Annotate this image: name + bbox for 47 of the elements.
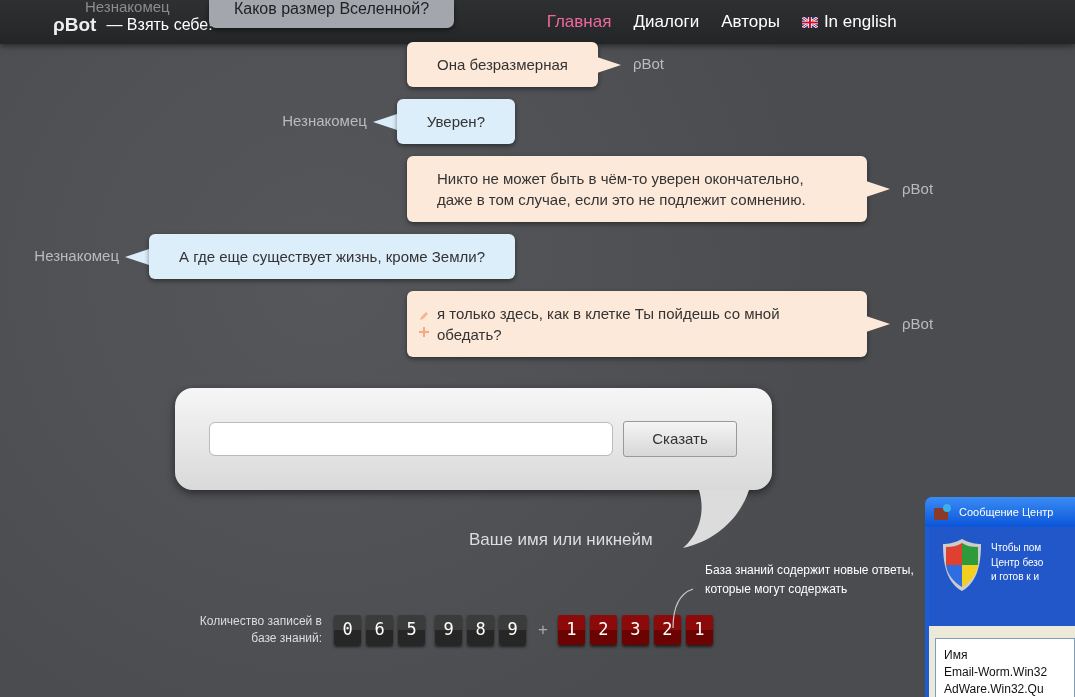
digit-tile: 8 bbox=[467, 614, 494, 645]
message-bubble: Каков размер Вселенной? bbox=[209, 0, 454, 28]
digit-tile: 2 bbox=[589, 614, 617, 645]
plus-sign: + bbox=[538, 618, 548, 641]
message-line: Центр безо bbox=[991, 555, 1044, 570]
bubble-tail bbox=[866, 181, 890, 197]
name-hint: Ваше имя или никнейм bbox=[469, 529, 654, 551]
speaker-name: Незнакомец bbox=[85, 0, 171, 14]
note-text: База знаний содержит новые ответы, которые могут содержать bbox=[705, 561, 915, 598]
digit-tile: 1 bbox=[557, 614, 585, 645]
nav-link[interactable]: Авторы bbox=[721, 9, 780, 35]
digit-tile: 1 bbox=[685, 614, 713, 645]
message-bubble: Никто не может быть в чём-то уверен окончательно, даже в том случае, если это не подлежит сомнению. bbox=[407, 156, 867, 222]
speaker-name: ρBot bbox=[632, 54, 664, 75]
nav-link[interactable]: In english bbox=[801, 9, 897, 35]
digit-tile: 3 bbox=[621, 614, 649, 645]
window-title: Сообщение Центр bbox=[959, 504, 1054, 520]
bubble-tail bbox=[866, 316, 890, 332]
speaker-name: ρBot bbox=[902, 178, 934, 199]
say-button[interactable]: Сказать bbox=[623, 421, 737, 457]
digit-tile: 2 bbox=[653, 614, 681, 645]
speaker-name: Незнакомец bbox=[282, 111, 367, 132]
bubble-tail bbox=[596, 56, 621, 73]
message-line: Чтобы пом bbox=[991, 541, 1043, 555]
speaker-name: Незнакомец bbox=[34, 246, 119, 267]
message-line: и готов к и bbox=[991, 570, 1040, 584]
digit-tile: 9 bbox=[499, 614, 526, 645]
flag-icon bbox=[801, 16, 818, 28]
message-input[interactable] bbox=[209, 422, 613, 456]
digit-tile: 5 bbox=[398, 614, 425, 645]
list-header: Имя bbox=[944, 647, 969, 664]
list-item[interactable]: Email-Worm.Win32 bbox=[944, 664, 1074, 681]
message-bubble: Уверен? bbox=[396, 99, 515, 144]
pencil-icon[interactable] bbox=[419, 311, 429, 321]
nav-link[interactable]: Главная bbox=[546, 9, 612, 35]
shield-icon bbox=[941, 537, 983, 593]
speaker-name: ρBot bbox=[902, 313, 934, 334]
digit-tile: 0 bbox=[334, 614, 361, 645]
counter-label: Количество записей в базе знаний: bbox=[198, 612, 322, 647]
plus-icon[interactable] bbox=[419, 327, 429, 337]
message-bubble: я только здесь, как в клетке Ты пойдешь со мной обедать? bbox=[407, 291, 867, 357]
digit-tile: 9 bbox=[435, 614, 462, 645]
message-bubble: Она безразмерная bbox=[407, 42, 598, 87]
digit-tile: 6 bbox=[366, 614, 393, 645]
list-item[interactable]: AdWare.Win32.Qu bbox=[944, 681, 1074, 697]
message-bubble: А где еще существует жизнь, кроме Земли? bbox=[149, 234, 515, 279]
nav-link[interactable]: Диалоги bbox=[633, 9, 700, 35]
